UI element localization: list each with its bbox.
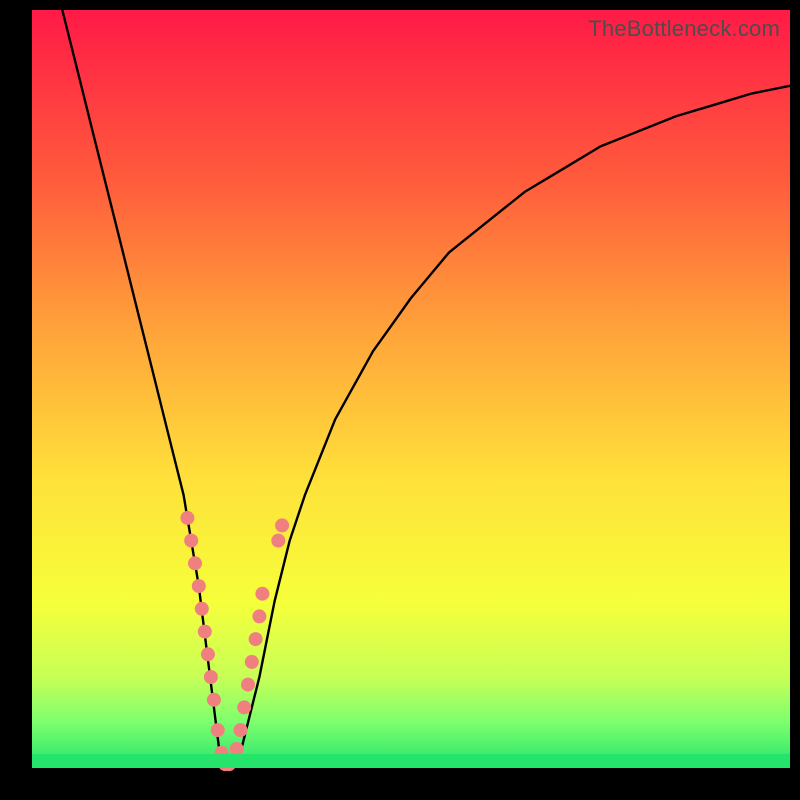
cluster-dot	[234, 723, 248, 737]
cluster-dot	[198, 625, 212, 639]
bottleneck-curve	[62, 10, 790, 768]
cluster-dot	[241, 678, 255, 692]
cluster-dot	[237, 700, 251, 714]
cluster-dot	[275, 518, 289, 532]
cluster-dot	[188, 556, 202, 570]
chart-svg	[32, 10, 790, 768]
cluster-dot	[195, 602, 209, 616]
cluster-dot	[201, 647, 215, 661]
cluster-dot	[252, 609, 266, 623]
plot-area: TheBottleneck.com	[32, 10, 790, 768]
cluster-dot	[184, 534, 198, 548]
chart-frame: TheBottleneck.com	[0, 0, 800, 800]
cluster-dot	[211, 723, 225, 737]
cluster-dot	[249, 632, 263, 646]
cluster-dot	[271, 534, 285, 548]
floor-band	[32, 754, 790, 768]
cluster-dot	[207, 693, 221, 707]
cluster-dot	[192, 579, 206, 593]
cluster-dot	[255, 587, 269, 601]
watermark-text: TheBottleneck.com	[588, 16, 780, 42]
cluster-dot	[245, 655, 259, 669]
cluster-dot	[180, 511, 194, 525]
cluster-dot	[204, 670, 218, 684]
cluster-dots	[180, 511, 289, 771]
